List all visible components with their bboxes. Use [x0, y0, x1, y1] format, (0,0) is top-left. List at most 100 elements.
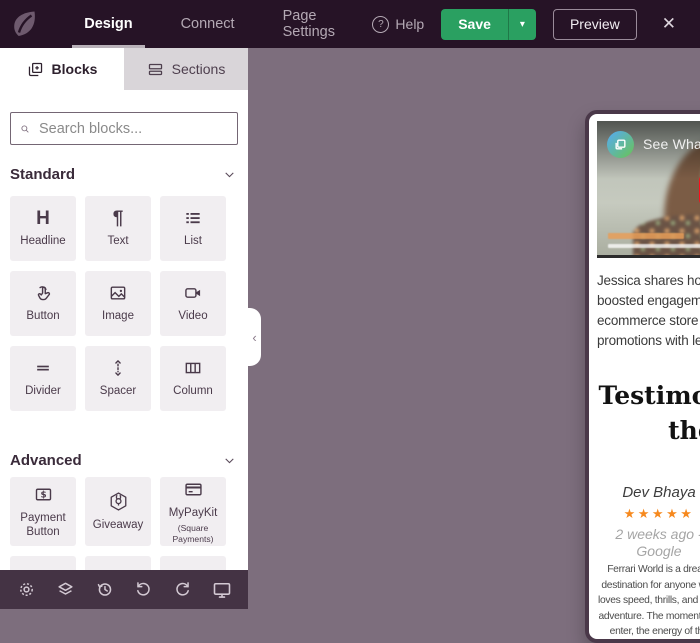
- save-dropdown-button[interactable]: ▾: [507, 8, 536, 40]
- sidebar-collapse-handle[interactable]: ‹: [248, 308, 261, 366]
- block-spacer[interactable]: Spacer: [85, 346, 151, 411]
- block-label: MyPayKit: [168, 506, 218, 519]
- block-label: Spacer: [99, 385, 137, 398]
- text-block[interactable]: Jessica shares how switching platforms b…: [597, 271, 700, 351]
- testimonials-block: Dev Bhaya ★★★★★ 2 weeks ago - Google Fer…: [597, 484, 700, 639]
- page-preview-panel: See What our Clients ... ⋮ Jessica share…: [585, 110, 700, 643]
- header-actions: ? Help Save ▾ Preview ✕: [372, 8, 700, 40]
- tab-design[interactable]: Design: [60, 0, 156, 48]
- testimonial-column[interactable]: Dev Bhaya ★★★★★ 2 weeks ago - Google Fer…: [597, 484, 700, 639]
- preview-button[interactable]: Preview: [552, 8, 637, 40]
- block-label: Headline: [20, 234, 66, 247]
- button-icon: [37, 286, 51, 301]
- search-input[interactable]: [37, 119, 228, 138]
- block-card-partial[interactable]: [10, 556, 76, 570]
- text-icon: ¶: [112, 207, 124, 229]
- redo-icon: [176, 582, 190, 596]
- block-card-partial[interactable]: [85, 556, 151, 570]
- preview-label: Preview: [569, 16, 620, 32]
- help-label: Help: [395, 16, 425, 32]
- block-card-partial[interactable]: [160, 556, 226, 570]
- list-icon: [186, 213, 200, 224]
- undo-button[interactable]: [133, 579, 155, 601]
- layers-button[interactable]: [54, 579, 76, 601]
- testimonial-text: Ferrari World is a dream destination for…: [597, 564, 700, 637]
- caret-down-icon: ▾: [519, 18, 525, 30]
- blocks-panel: Standard H Headline ¶ Text List: [0, 90, 248, 570]
- credit-card-icon: [184, 483, 202, 496]
- video-bottom-edge: [597, 255, 700, 258]
- tab-sections-label: Sections: [171, 61, 226, 77]
- tab-connect[interactable]: Connect: [157, 0, 259, 48]
- app-logo: [0, 0, 48, 48]
- leaf-logo-icon: [13, 11, 35, 36]
- block-list[interactable]: List: [160, 196, 226, 261]
- save-button-group: Save ▾: [441, 8, 536, 40]
- headline-block[interactable]: Testimonials from the Web: [597, 378, 700, 448]
- device-preview-button[interactable]: [211, 579, 233, 601]
- section-header-standard[interactable]: Standard: [10, 165, 236, 183]
- advanced-blocks-grid: $ Payment Button Giveaway MyPayKit (Squa…: [10, 477, 238, 570]
- block-label: Button: [26, 310, 60, 323]
- help-button[interactable]: ? Help: [372, 15, 425, 33]
- star-rating: ★★★★★: [623, 506, 695, 521]
- editor-canvas: See What our Clients ... ⋮ Jessica share…: [248, 48, 700, 643]
- save-label: Save: [458, 16, 491, 32]
- main-nav: Design Connect Page Settings: [60, 0, 372, 48]
- testimonial-name: Dev Bhaya: [622, 484, 696, 501]
- block-label: List: [184, 235, 202, 248]
- section-standard-label: Standard: [10, 165, 76, 183]
- history-icon: [97, 583, 112, 596]
- video-caption-subline: [608, 244, 700, 248]
- tab-connect-label: Connect: [180, 16, 235, 32]
- image-icon: [110, 286, 126, 300]
- divider-icon: [37, 365, 49, 371]
- block-label: Video: [178, 310, 208, 323]
- redo-button[interactable]: [172, 579, 194, 601]
- block-video[interactable]: Video: [160, 271, 226, 336]
- video-caption-line: [608, 233, 684, 239]
- gear-icon: [19, 583, 33, 596]
- block-sublabel: (Square Payments): [172, 522, 214, 544]
- block-label: Column: [173, 385, 213, 398]
- section-header-advanced[interactable]: Advanced: [10, 451, 236, 469]
- page-content: See What our Clients ... ⋮ Jessica share…: [589, 114, 700, 639]
- block-giveaway[interactable]: Giveaway: [85, 477, 151, 546]
- block-label: Giveaway: [92, 518, 144, 531]
- block-column[interactable]: Column: [160, 346, 226, 411]
- sections-icon: [148, 63, 162, 75]
- video-block[interactable]: See What our Clients ... ⋮: [597, 121, 700, 258]
- video-icon: [185, 288, 201, 299]
- search-icon: [21, 124, 29, 133]
- tab-sections[interactable]: Sections: [124, 48, 248, 90]
- tab-design-label: Design: [84, 16, 133, 32]
- block-button[interactable]: Button: [10, 271, 76, 336]
- close-button[interactable]: ✕: [654, 14, 684, 34]
- builder-toolbar: [0, 570, 248, 609]
- chevron-down-icon: [225, 457, 234, 463]
- revision-history-button[interactable]: [93, 579, 115, 601]
- block-label: Payment Button: [20, 511, 66, 538]
- tab-blocks[interactable]: Blocks: [0, 48, 124, 90]
- tab-blocks-label: Blocks: [51, 61, 98, 77]
- giveaway-icon: [110, 492, 126, 511]
- tab-page-settings[interactable]: Page Settings: [259, 0, 373, 48]
- column-icon: [185, 363, 201, 374]
- chevron-left-icon: ‹: [252, 329, 257, 345]
- block-text[interactable]: ¶ Text: [85, 196, 151, 261]
- block-label: Image: [102, 310, 134, 323]
- settings-button[interactable]: [15, 579, 37, 601]
- block-headline[interactable]: H Headline: [10, 196, 76, 261]
- block-payment-button[interactable]: $ Payment Button: [10, 477, 76, 546]
- layers-icon: [58, 582, 73, 595]
- block-mypaykit[interactable]: MyPayKit (Square Payments): [160, 477, 226, 546]
- block-divider[interactable]: Divider: [10, 346, 76, 411]
- section-advanced-label: Advanced: [10, 451, 82, 469]
- chevron-down-icon: [225, 171, 234, 177]
- testimonial-date: 2 weeks ago - Google: [615, 526, 700, 559]
- svg-text:$: $: [40, 490, 46, 500]
- block-image[interactable]: Image: [85, 271, 151, 336]
- save-button[interactable]: Save: [441, 9, 508, 40]
- payment-icon: $: [35, 488, 51, 500]
- video-title: See What our Clients ...: [643, 136, 700, 152]
